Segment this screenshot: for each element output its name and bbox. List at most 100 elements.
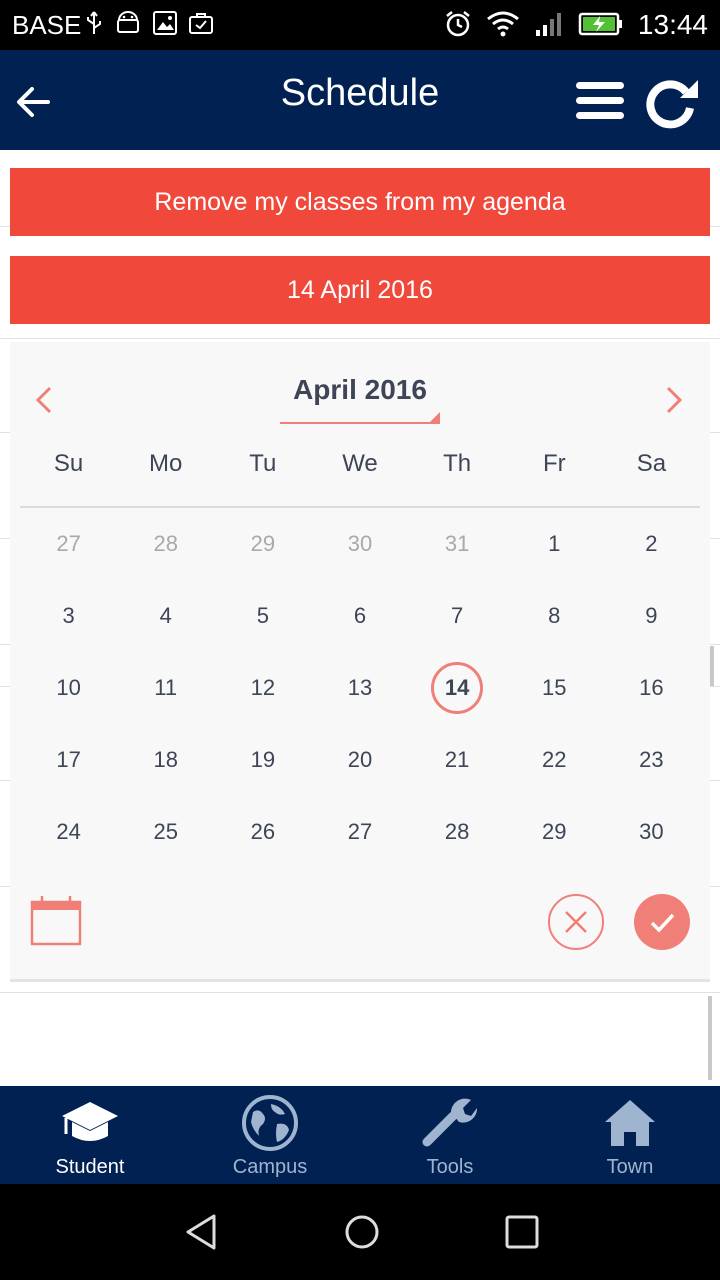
- globe-icon: [240, 1094, 300, 1152]
- scrollbar[interactable]: [710, 646, 714, 686]
- month-selector[interactable]: April 2016: [280, 374, 440, 406]
- status-bar: BASE 13:44: [0, 0, 720, 50]
- graduation-cap-icon: [60, 1094, 120, 1152]
- day-cell-selected[interactable]: 14: [409, 652, 506, 724]
- day-cell[interactable]: 13: [311, 652, 408, 724]
- close-icon: [565, 911, 587, 933]
- confirm-button[interactable]: [634, 894, 690, 950]
- day-cell[interactable]: 29: [506, 796, 603, 868]
- day-cell[interactable]: 20: [311, 724, 408, 796]
- week-row: 10 11 12 13 14 15 16: [20, 652, 700, 724]
- nav-item-campus[interactable]: Campus: [180, 1086, 360, 1184]
- day-cell-outside-month[interactable]: 30: [311, 508, 408, 580]
- day-cell[interactable]: 23: [603, 724, 700, 796]
- day-cell[interactable]: 16: [603, 652, 700, 724]
- carrier-label: BASE: [12, 10, 82, 40]
- day-cell[interactable]: 7: [409, 580, 506, 652]
- chevron-right-icon[interactable]: [660, 382, 688, 418]
- check-icon: [650, 913, 675, 933]
- selected-day-label: 14: [431, 662, 484, 714]
- day-cell[interactable]: 2: [603, 508, 700, 580]
- usb-icon: [87, 11, 101, 34]
- notification-icons: [84, 10, 214, 36]
- calendar-icon[interactable]: [30, 894, 82, 946]
- day-cell[interactable]: 12: [214, 652, 311, 724]
- briefcase-icon: [189, 13, 213, 34]
- day-cell-outside-month[interactable]: 28: [117, 508, 214, 580]
- weekday-label: Th: [443, 450, 472, 477]
- divider: [0, 992, 720, 993]
- day-cell[interactable]: 24: [20, 796, 117, 868]
- day-cell[interactable]: 4: [117, 580, 214, 652]
- day-cell[interactable]: 25: [117, 796, 214, 868]
- weekday-label: Su: [53, 450, 84, 477]
- day-cell[interactable]: 8: [506, 580, 603, 652]
- home-circle-icon[interactable]: [342, 1212, 382, 1252]
- day-cell[interactable]: 1: [506, 508, 603, 580]
- week-row: 17 18 19 20 21 22 23: [20, 724, 700, 796]
- day-cell[interactable]: 3: [20, 580, 117, 652]
- day-grid: 27 28 29 30 31 1 2 3 4 5 6 7 8 9 10 11 1…: [20, 508, 700, 868]
- day-cell[interactable]: 30: [603, 796, 700, 868]
- refresh-icon[interactable]: [640, 74, 700, 130]
- day-cell-outside-month[interactable]: 31: [409, 508, 506, 580]
- nav-label: Tools: [426, 1156, 474, 1178]
- battery-charging-icon: [578, 12, 622, 36]
- day-cell[interactable]: 11: [117, 652, 214, 724]
- weekday-label: Fr: [542, 450, 566, 477]
- day-cell[interactable]: 28: [409, 796, 506, 868]
- image-icon: [153, 11, 177, 35]
- system-navigation-bar: [0, 1184, 720, 1280]
- alarm-icon: [446, 11, 470, 37]
- weekday-label: Sa: [636, 450, 667, 477]
- day-cell[interactable]: 18: [117, 724, 214, 796]
- back-triangle-icon[interactable]: [182, 1212, 222, 1252]
- dropdown-corner-icon: [430, 412, 440, 422]
- nav-label: Campus: [232, 1156, 308, 1178]
- recent-square-icon[interactable]: [502, 1212, 542, 1252]
- nav-item-town[interactable]: Town: [540, 1086, 720, 1184]
- clock: 13:44: [637, 9, 708, 40]
- nav-label: Student: [55, 1156, 125, 1178]
- weekday-label: Mo: [149, 450, 183, 477]
- week-row: 27 28 29 30 31 1 2: [20, 508, 700, 580]
- day-cell[interactable]: 27: [311, 796, 408, 868]
- day-cell[interactable]: 9: [603, 580, 700, 652]
- weekday-header: Su Mo Tu We Th Fr Sa: [20, 450, 700, 478]
- nav-item-tools[interactable]: Tools: [360, 1086, 540, 1184]
- day-cell[interactable]: 15: [506, 652, 603, 724]
- system-status-icons: [444, 10, 624, 38]
- nav-item-student[interactable]: Student: [0, 1086, 180, 1184]
- chevron-left-icon[interactable]: [30, 382, 58, 418]
- bottom-navigation: Student Campus Tools Town: [0, 1086, 720, 1184]
- app-bar: Schedule: [0, 50, 720, 150]
- day-cell[interactable]: 22: [506, 724, 603, 796]
- date-picker: April 2016 Su Mo Tu We Th Fr Sa 27 28 29…: [10, 342, 710, 982]
- week-row: 3 4 5 6 7 8 9: [20, 580, 700, 652]
- day-cell[interactable]: 19: [214, 724, 311, 796]
- android-icon: [117, 11, 139, 33]
- day-cell[interactable]: 6: [311, 580, 408, 652]
- wrench-icon: [420, 1094, 480, 1152]
- month-underline: [280, 422, 440, 424]
- day-cell[interactable]: 10: [20, 652, 117, 724]
- weekday-label: We: [342, 450, 378, 477]
- selected-date-button[interactable]: 14 April 2016: [10, 256, 710, 324]
- day-cell[interactable]: 17: [20, 724, 117, 796]
- remove-classes-button[interactable]: Remove my classes from my agenda: [10, 168, 710, 236]
- scrollbar[interactable]: [708, 996, 712, 1080]
- home-icon: [600, 1094, 660, 1152]
- weekday-label: Tu: [249, 450, 277, 477]
- hamburger-icon[interactable]: [574, 78, 626, 124]
- signal-icon: [536, 13, 561, 36]
- cancel-button[interactable]: [548, 894, 604, 950]
- nav-label: Town: [606, 1156, 654, 1178]
- day-cell[interactable]: 5: [214, 580, 311, 652]
- week-row: 24 25 26 27 28 29 30: [20, 796, 700, 868]
- wifi-icon: [487, 11, 519, 37]
- day-cell[interactable]: 21: [409, 724, 506, 796]
- schedule-content: Remove my classes from my agenda 14 Apri…: [0, 150, 720, 1086]
- day-cell[interactable]: 26: [214, 796, 311, 868]
- day-cell-outside-month[interactable]: 27: [20, 508, 117, 580]
- day-cell-outside-month[interactable]: 29: [214, 508, 311, 580]
